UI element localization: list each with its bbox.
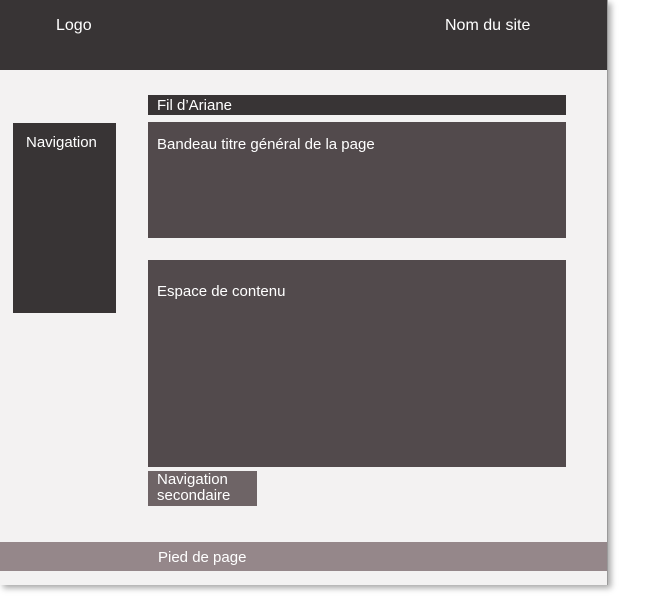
navigation-label: Navigation <box>26 134 97 151</box>
banner-label: Bandeau titre général de la page <box>157 136 375 153</box>
breadcrumb-label: Fil d’Ariane <box>157 97 233 114</box>
footer-bar: Pied de page <box>0 542 607 571</box>
breadcrumb-block: Fil d’Ariane <box>148 95 566 115</box>
secondary-navigation-line1: Navigation <box>157 471 228 488</box>
content-label: Espace de contenu <box>157 283 286 300</box>
wireframe-page: Logo Nom du site Navigation Fil d’Ariane… <box>0 0 608 585</box>
page-title-banner: Bandeau titre général de la page <box>148 122 566 238</box>
secondary-navigation-line2: secondaire <box>157 487 231 504</box>
site-name-label: Nom du site <box>445 17 531 34</box>
secondary-navigation-block: Navigation secondaire <box>148 471 257 506</box>
content-area: Espace de contenu <box>148 260 566 467</box>
header-bar: Logo Nom du site <box>0 0 607 70</box>
logo-label: Logo <box>56 17 92 34</box>
navigation-block: Navigation <box>13 123 116 313</box>
footer-label: Pied de page <box>158 549 247 566</box>
